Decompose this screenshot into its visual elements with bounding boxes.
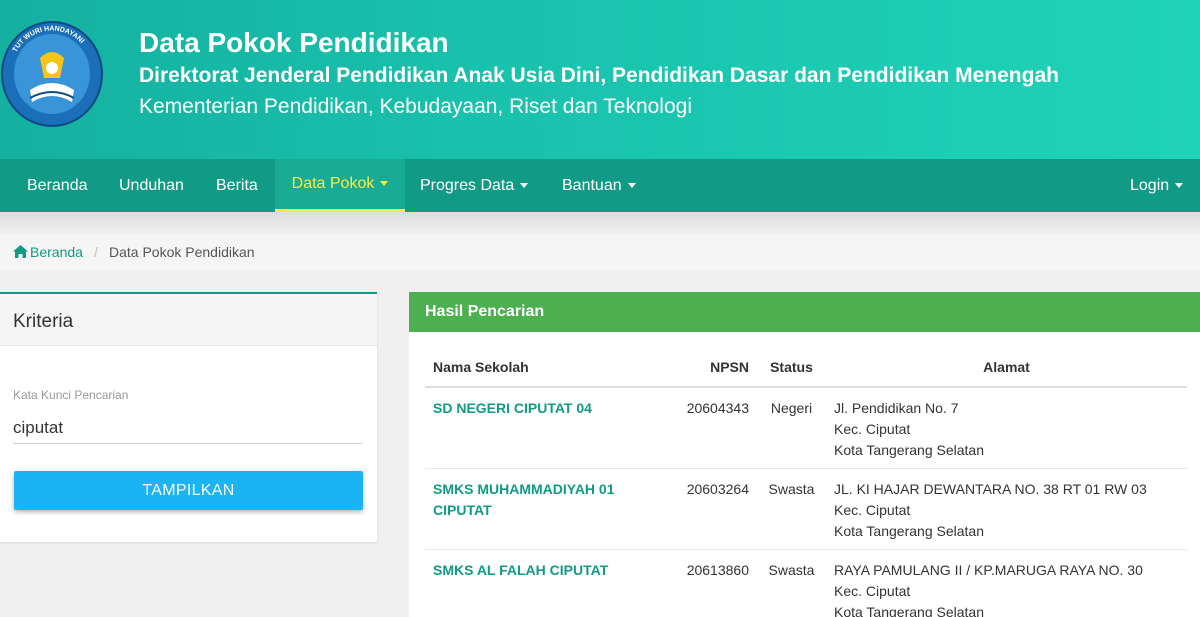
school-link[interactable]: SMKS AL FALAH CIPUTAT [433,562,608,578]
nav-progres-data-label: Progres Data [420,177,515,194]
breadcrumb-separator: / [94,244,98,260]
nav-unduhan[interactable]: Unduhan [119,159,184,212]
kriteria-panel: Kriteria Kata Kunci Pencarian TAMPILKAN [0,292,377,542]
search-field-label: Kata Kunci Pencarian [13,388,129,402]
alamat-line: Kota Tangerang Selatan [834,522,984,539]
caret-down-icon [627,183,636,189]
table-row: SMKS AL FALAH CIPUTAT 20613860 Swasta RA… [425,548,1187,617]
kriteria-panel-header: Kriteria [0,294,377,346]
alamat-line: JL. KI HAJAR DEWANTARA NO. 38 RT 01 RW 0… [834,480,1147,497]
alamat-line: Kota Tangerang Selatan [834,442,984,458]
nav-berita-label: Berita [216,177,258,194]
home-icon [13,245,28,258]
breadcrumb-home-label: Beranda [30,244,83,260]
nav-progres-data[interactable]: Progres Data [420,159,529,212]
nav-beranda[interactable]: Beranda [27,159,88,212]
alamat-cell: Jl. Pendidikan No. 7 Kec. Ciputat Kota T… [826,387,1187,468]
nav-bantuan[interactable]: Bantuan [562,159,636,212]
site-title: Data Pokok Pendidikan [139,27,449,58]
results-panel: Hasil Pencarian Nama Sekolah NPSN Status… [409,292,1200,617]
navbar-shadow [0,212,1200,234]
npsn-cell: 20604343 [686,400,749,416]
nav-beranda-label: Beranda [27,177,88,194]
caret-down-icon [380,181,389,187]
table-row: SD NEGERI CIPUTAT 04 20604343 Negeri Jl.… [425,387,1187,468]
nav-bantuan-label: Bantuan [562,177,622,194]
tampilkan-button[interactable]: TAMPILKAN [14,471,363,510]
results-panel-header: Hasil Pencarian [409,292,1200,332]
column-header-alamat: Alamat [826,347,1187,388]
status-cell: Swasta [757,467,826,549]
kriteria-title: Kriteria [13,311,74,332]
npsn-cell: 20613860 [670,548,757,617]
school-link[interactable]: SMKS MUHAMMADIYAH 01 CIPUTAT [433,481,615,518]
nav-berita[interactable]: Berita [216,159,258,212]
breadcrumb: Beranda / Data Pokok Pendidikan [0,234,1200,271]
caret-down-icon [520,183,529,189]
npsn-cell: 20603264 [670,467,757,549]
alamat-line: Kec. Ciputat [834,421,911,437]
nav-login[interactable]: Login [1130,159,1184,212]
school-link[interactable]: SD NEGERI CIPUTAT 04 [433,400,592,416]
alamat-line: Jl. Pendidikan No. 7 [834,400,959,416]
site-header: TUT WURI HANDAYANI Data Pokok Pendidikan… [0,0,1200,159]
breadcrumb-current: Data Pokok Pendidikan [109,244,255,260]
caret-down-icon [1175,183,1184,189]
main-navbar: Beranda Unduhan Berita Data Pokok Progre… [0,159,1200,212]
alamat-line: Kota Tangerang Selatan [834,603,984,617]
status-cell: Swasta [757,548,826,617]
alamat-line: RAYA PAMULANG II / KP.MARUGA RAYA NO. 30 [834,561,1143,578]
alamat-line: Kec. Ciputat [834,582,911,599]
breadcrumb-home-link[interactable]: Beranda [13,244,83,260]
nav-data-pokok[interactable]: Data Pokok [275,159,405,212]
column-header-npsn: NPSN [670,347,757,388]
nav-data-pokok-label: Data Pokok [291,175,375,192]
nav-unduhan-label: Unduhan [119,177,184,194]
column-header-nama: Nama Sekolah [425,347,670,388]
status-cell: Negeri [770,400,813,416]
ministry-name: Kementerian Pendidikan, Kebudayaan, Rise… [139,95,692,118]
nav-login-label: Login [1130,177,1170,194]
results-table: Nama Sekolah NPSN Status Alamat SD NEGER… [425,347,1187,617]
tut-wuri-handayani-logo: TUT WURI HANDAYANI [1,21,103,127]
column-header-status: Status [757,347,826,388]
site-subtitle: Direktorat Jenderal Pendidikan Anak Usia… [139,64,1059,87]
table-header-row: Nama Sekolah NPSN Status Alamat [425,347,1187,388]
alamat-cell: JL. KI HAJAR DEWANTARA NO. 38 RT 01 RW 0… [826,467,1187,549]
search-input[interactable] [13,408,362,444]
alamat-cell: RAYA PAMULANG II / KP.MARUGA RAYA NO. 30… [826,548,1187,617]
results-title: Hasil Pencarian [425,303,545,320]
table-row: SMKS MUHAMMADIYAH 01 CIPUTAT 20603264 Sw… [425,467,1187,549]
alamat-line: Kec. Ciputat [834,501,911,518]
